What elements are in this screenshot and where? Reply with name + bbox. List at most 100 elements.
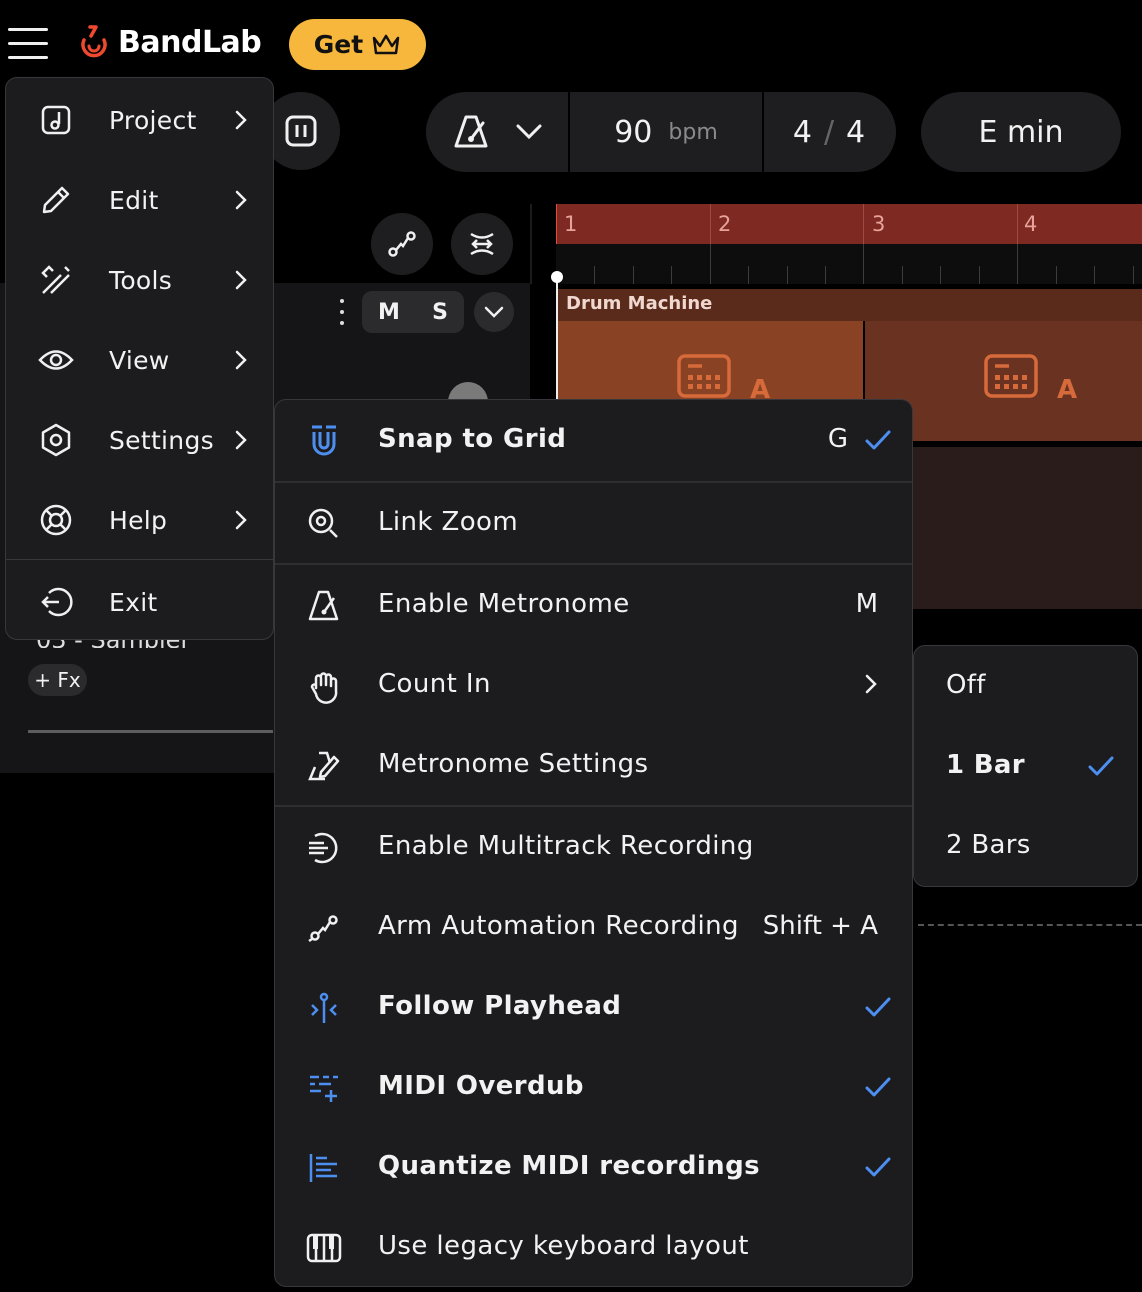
hand-icon [305, 667, 343, 705]
menu-item-count-in[interactable]: Count In [275, 645, 912, 725]
mute-button[interactable]: M [378, 300, 400, 325]
menu-item-label: Count In [378, 669, 491, 699]
region-header[interactable]: Drum Machine [556, 289, 1142, 321]
shortcut-label: G [827, 424, 848, 454]
menu-item-snap-to-grid[interactable]: Snap to Grid G [275, 400, 912, 480]
follow-playhead-icon [305, 989, 343, 1027]
menu-item-follow-playhead[interactable]: Follow Playhead [275, 967, 912, 1047]
bar-number: 4 [1024, 212, 1038, 236]
tempo-field[interactable]: 90 bpm [570, 92, 762, 172]
shortcut-label: M [855, 589, 878, 619]
lifebuoy-icon [38, 502, 74, 538]
chevron-right-icon [230, 429, 252, 451]
chevron-right-icon [230, 109, 252, 131]
count-in-option-2-bars[interactable]: 2 Bars [914, 806, 1137, 886]
menu-item-label: Link Zoom [378, 507, 519, 537]
menu-item-legacy-keyboard[interactable]: Use legacy keyboard layout [275, 1207, 912, 1287]
menu-item-label: View [109, 345, 170, 375]
region-title: Drum Machine [566, 293, 713, 314]
bandlab-logo-icon [76, 24, 112, 60]
track-expand-button[interactable] [474, 292, 514, 332]
quantize-icon [305, 1149, 343, 1187]
metronome-icon [305, 587, 343, 625]
get-membership-button[interactable]: Get [289, 19, 426, 70]
menu-item-label: Project [109, 105, 197, 135]
menu-item-metronome-settings[interactable]: Metronome Settings [275, 725, 912, 805]
checkmark-icon [864, 428, 892, 452]
menu-item-multitrack-recording[interactable]: Enable Multitrack Recording [275, 807, 912, 887]
pencil-icon [38, 182, 74, 218]
menu-item-label: Enable Multitrack Recording [378, 831, 754, 861]
menu-item-label: Enable Metronome [378, 589, 630, 619]
menu-item-settings[interactable]: Settings [6, 400, 273, 480]
track-options-icon[interactable] [330, 296, 354, 328]
menu-item-edit[interactable]: Edit [6, 160, 273, 240]
time-signature-field[interactable]: 4 / 4 [764, 92, 894, 172]
chevron-right-icon [230, 349, 252, 371]
crown-icon [371, 32, 401, 58]
menu-item-link-zoom[interactable]: Link Zoom [275, 483, 912, 563]
chevron-down-icon[interactable] [516, 124, 542, 140]
metronome-icon [452, 113, 490, 151]
playhead-handle[interactable] [551, 271, 563, 283]
menu-item-tools[interactable]: Tools [6, 240, 273, 320]
track-fader[interactable] [28, 730, 273, 733]
menu-item-midi-overdub[interactable]: MIDI Overdub [275, 1047, 912, 1127]
bar-number: 3 [872, 212, 886, 236]
drum-machine-icon [676, 353, 732, 399]
zoom-icon [305, 505, 343, 543]
metronome-toggle[interactable] [426, 92, 568, 172]
menu-item-arm-automation[interactable]: Arm Automation Recording Shift + A [275, 887, 912, 967]
checkmark-icon [864, 1155, 892, 1179]
multitrack-record-icon [305, 829, 343, 867]
main-menu: Project Edit Tools View Settings Help Ex… [5, 77, 274, 640]
chevron-right-icon [230, 189, 252, 211]
hamburger-menu-button[interactable] [8, 26, 48, 60]
bandlab-logo[interactable]: BandLab [76, 24, 262, 60]
playhead[interactable] [556, 272, 558, 402]
fit-view-button[interactable] [451, 213, 513, 275]
menu-item-label: 1 Bar [946, 750, 1025, 780]
transport-bar: 90 bpm 4 / 4 [426, 92, 896, 172]
menu-item-label: Metronome Settings [378, 749, 649, 779]
menu-item-project[interactable]: Project [6, 80, 273, 160]
checkmark-icon [864, 995, 892, 1019]
automation-button[interactable] [371, 213, 433, 275]
music-note-file-icon [38, 102, 74, 138]
add-fx-button[interactable]: + Fx [28, 664, 87, 696]
menu-item-label: Tools [109, 265, 173, 295]
key-selector[interactable]: E min [921, 92, 1121, 172]
bar-number: 1 [564, 212, 578, 236]
count-in-option-off[interactable]: Off [914, 646, 1137, 726]
chevron-right-icon [860, 672, 888, 696]
menu-item-view[interactable]: View [6, 320, 273, 400]
mute-solo-group: M S [362, 291, 464, 333]
menu-item-label: Settings [109, 425, 214, 455]
piano-keys-icon [305, 1229, 343, 1267]
timeline-ruler[interactable]: 1 2 3 4 [556, 204, 1142, 284]
eye-icon [38, 342, 74, 378]
chevron-down-icon [484, 306, 504, 318]
menu-item-help[interactable]: Help [6, 480, 273, 560]
drum-machine-icon [983, 353, 1039, 399]
automation-icon [305, 909, 343, 947]
menu-item-enable-metronome[interactable]: Enable Metronome M [275, 565, 912, 645]
menu-item-label: Help [109, 505, 168, 535]
menu-item-label: Edit [109, 185, 159, 215]
menu-item-exit[interactable]: Exit [6, 562, 273, 642]
hexagon-gear-icon [38, 422, 74, 458]
count-in-option-1-bar[interactable]: 1 Bar [914, 726, 1137, 806]
pause-icon [284, 114, 318, 148]
midi-overdub-icon [305, 1069, 343, 1107]
edit-metronome-icon [305, 747, 343, 785]
menu-item-quantize-midi[interactable]: Quantize MIDI recordings [275, 1127, 912, 1207]
solo-button[interactable]: S [432, 300, 448, 325]
count-in-submenu: Off 1 Bar 2 Bars [913, 645, 1138, 887]
automation-icon [386, 228, 418, 260]
get-label: Get [313, 30, 364, 59]
pattern-letter: A [1057, 375, 1078, 405]
exit-arrow-icon [38, 584, 74, 620]
chevron-right-icon [230, 509, 252, 531]
shortcut-label: Shift + A [762, 911, 878, 941]
fit-arrows-icon [465, 227, 499, 261]
